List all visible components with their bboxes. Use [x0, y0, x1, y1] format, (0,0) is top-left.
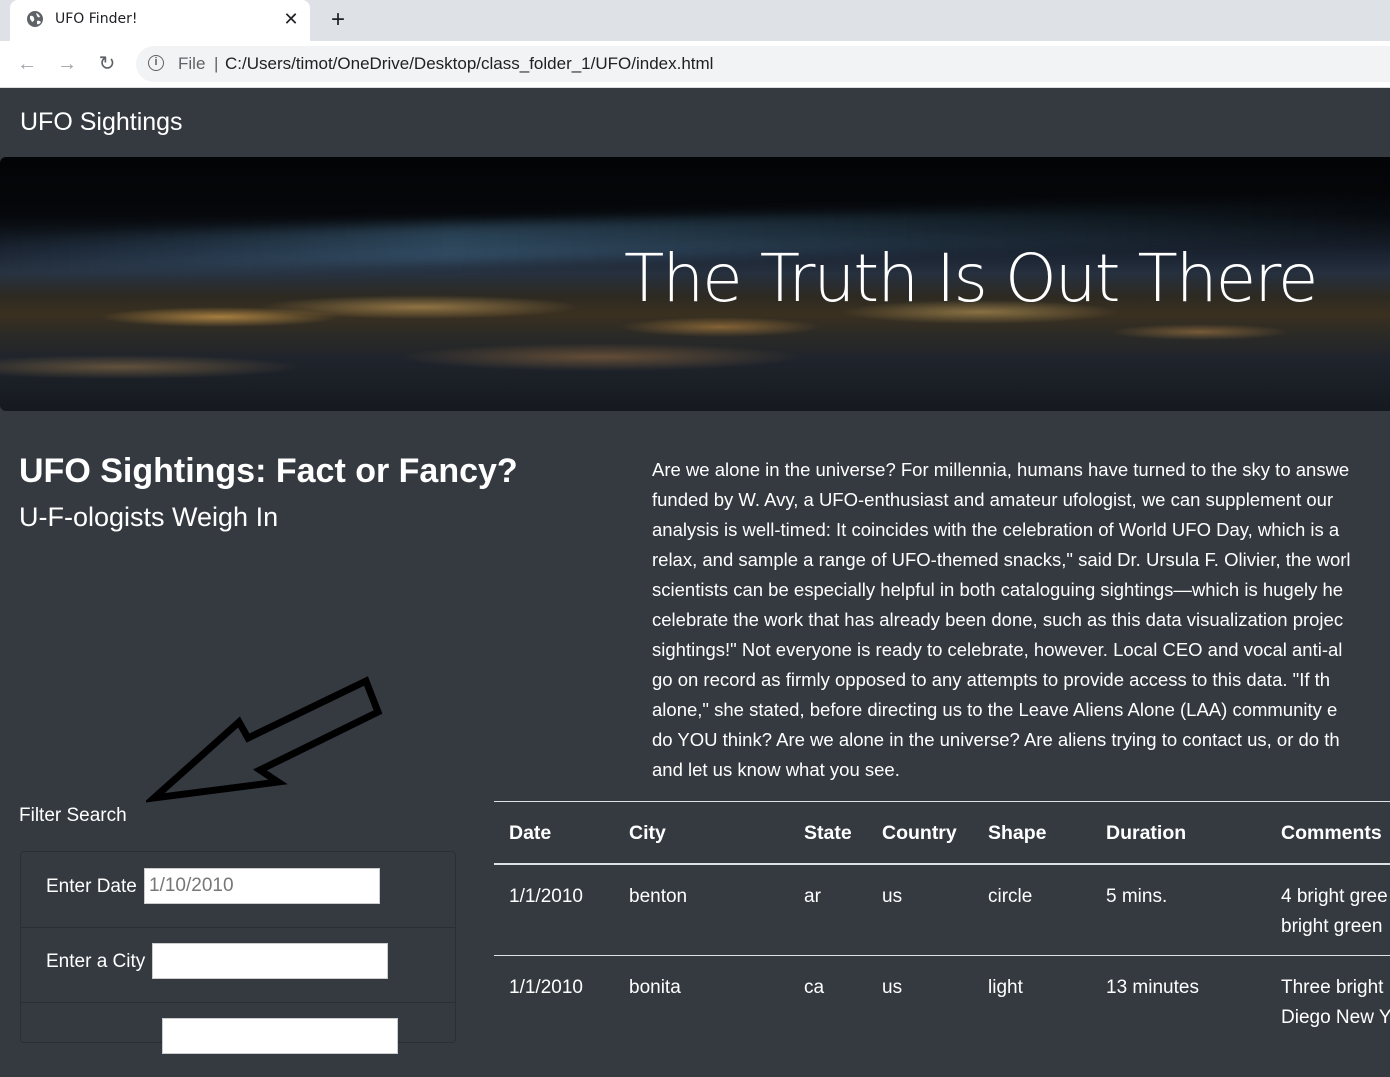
article-line: scientists can be especially helpful in … [652, 579, 1344, 600]
cell-duration: 13 minutes [1106, 977, 1199, 998]
url-text[interactable]: C:/Users/timot/OneDrive/Desktop/class_fo… [225, 54, 713, 74]
cell-comments: Diego New Y [1281, 1007, 1390, 1028]
back-arrow-icon[interactable]: ← [14, 51, 40, 77]
tab-title: UFO Finder! [55, 11, 138, 27]
article-line: sightings!" Not everyone is ready to cel… [652, 639, 1343, 660]
article-line: celebrate the work that has already been… [652, 609, 1344, 630]
column-header-shape: Shape [988, 822, 1047, 844]
navbar-brand[interactable]: UFO Sightings [20, 108, 183, 137]
date-input[interactable] [144, 868, 380, 904]
row-divider [494, 955, 1390, 956]
pointer-arrow-icon [146, 676, 383, 803]
browser-tab-strip: UFO Finder! ✕ + [0, 0, 1390, 41]
info-icon[interactable]: i [148, 55, 164, 71]
cell-state: ar [804, 886, 821, 907]
globe-icon [27, 11, 43, 27]
city-input[interactable] [152, 943, 388, 979]
scheme-label: File [178, 54, 206, 73]
column-header-date: Date [509, 822, 552, 844]
cell-duration: 5 mins. [1106, 886, 1168, 907]
filter-city-row: Enter a City [21, 927, 455, 1003]
browser-tab[interactable]: UFO Finder! ✕ [10, 0, 310, 41]
city-label: Enter a City [46, 951, 146, 972]
new-tab-button[interactable]: + [326, 6, 350, 34]
cell-shape: light [988, 977, 1023, 998]
state-input[interactable] [162, 1018, 398, 1054]
filter-panel: Enter Date Enter a City [20, 851, 456, 1054]
cell-comments: Three bright [1281, 977, 1384, 998]
filter-state-row [21, 1002, 455, 1077]
page-title: UFO Sightings: Fact or Fancy? [19, 452, 518, 490]
filter-search-heading: Filter Search [19, 805, 127, 826]
cell-country: us [882, 977, 903, 998]
cell-country: us [882, 886, 903, 907]
cell-state: ca [804, 977, 825, 998]
article-line: analysis is well-timed: It coincides wit… [652, 519, 1340, 540]
column-header-duration: Duration [1106, 822, 1187, 844]
article-line: Are we alone in the universe? For millen… [652, 459, 1350, 480]
table-header-divider [494, 863, 1390, 865]
article-line: funded by W. Avy, a UFO-enthusiast and a… [652, 489, 1334, 510]
article-line: and let us know what you see. [652, 759, 900, 780]
address-bar[interactable]: i File | C:/Users/timot/OneDrive/Desktop… [136, 46, 1390, 82]
article-line: go on record as firmly opposed to any at… [652, 669, 1331, 690]
cell-shape: circle [988, 886, 1033, 907]
column-header-state: State [804, 822, 852, 844]
page-subtitle: U-F-ologists Weigh In [19, 502, 279, 532]
cell-comments: 4 bright gree [1281, 886, 1388, 907]
cell-city: benton [629, 886, 688, 907]
article-line: do YOU think? Are we alone in the univer… [652, 729, 1340, 750]
cell-date: 1/1/2010 [509, 886, 583, 907]
cell-city: bonita [629, 977, 681, 998]
close-tab-icon[interactable]: ✕ [280, 8, 302, 30]
column-header-comments: Comments [1281, 822, 1382, 844]
cell-date: 1/1/2010 [509, 977, 583, 998]
column-header-city: City [629, 822, 666, 844]
column-header-country: Country [882, 822, 957, 844]
cell-comments: bright green [1281, 916, 1383, 937]
filter-date-row: Enter Date [21, 852, 455, 928]
ufo-table: Date City State Country Shape Duration C… [494, 801, 1390, 1029]
article-text: Are we alone in the universe? For millen… [652, 455, 1390, 785]
browser-toolbar: ← → ↻ i File | C:/Users/timot/OneDrive/D… [0, 41, 1390, 88]
hero-title: The Truth Is Out There [624, 240, 1319, 317]
date-label: Enter Date [46, 876, 137, 897]
scheme-separator: | [214, 54, 219, 73]
article-line: alone," she stated, before directing us … [652, 699, 1338, 720]
reload-icon[interactable]: ↻ [94, 51, 120, 77]
forward-arrow-icon[interactable]: → [54, 51, 80, 77]
article-line: relax, and sample a range of UFO-themed … [652, 549, 1351, 570]
